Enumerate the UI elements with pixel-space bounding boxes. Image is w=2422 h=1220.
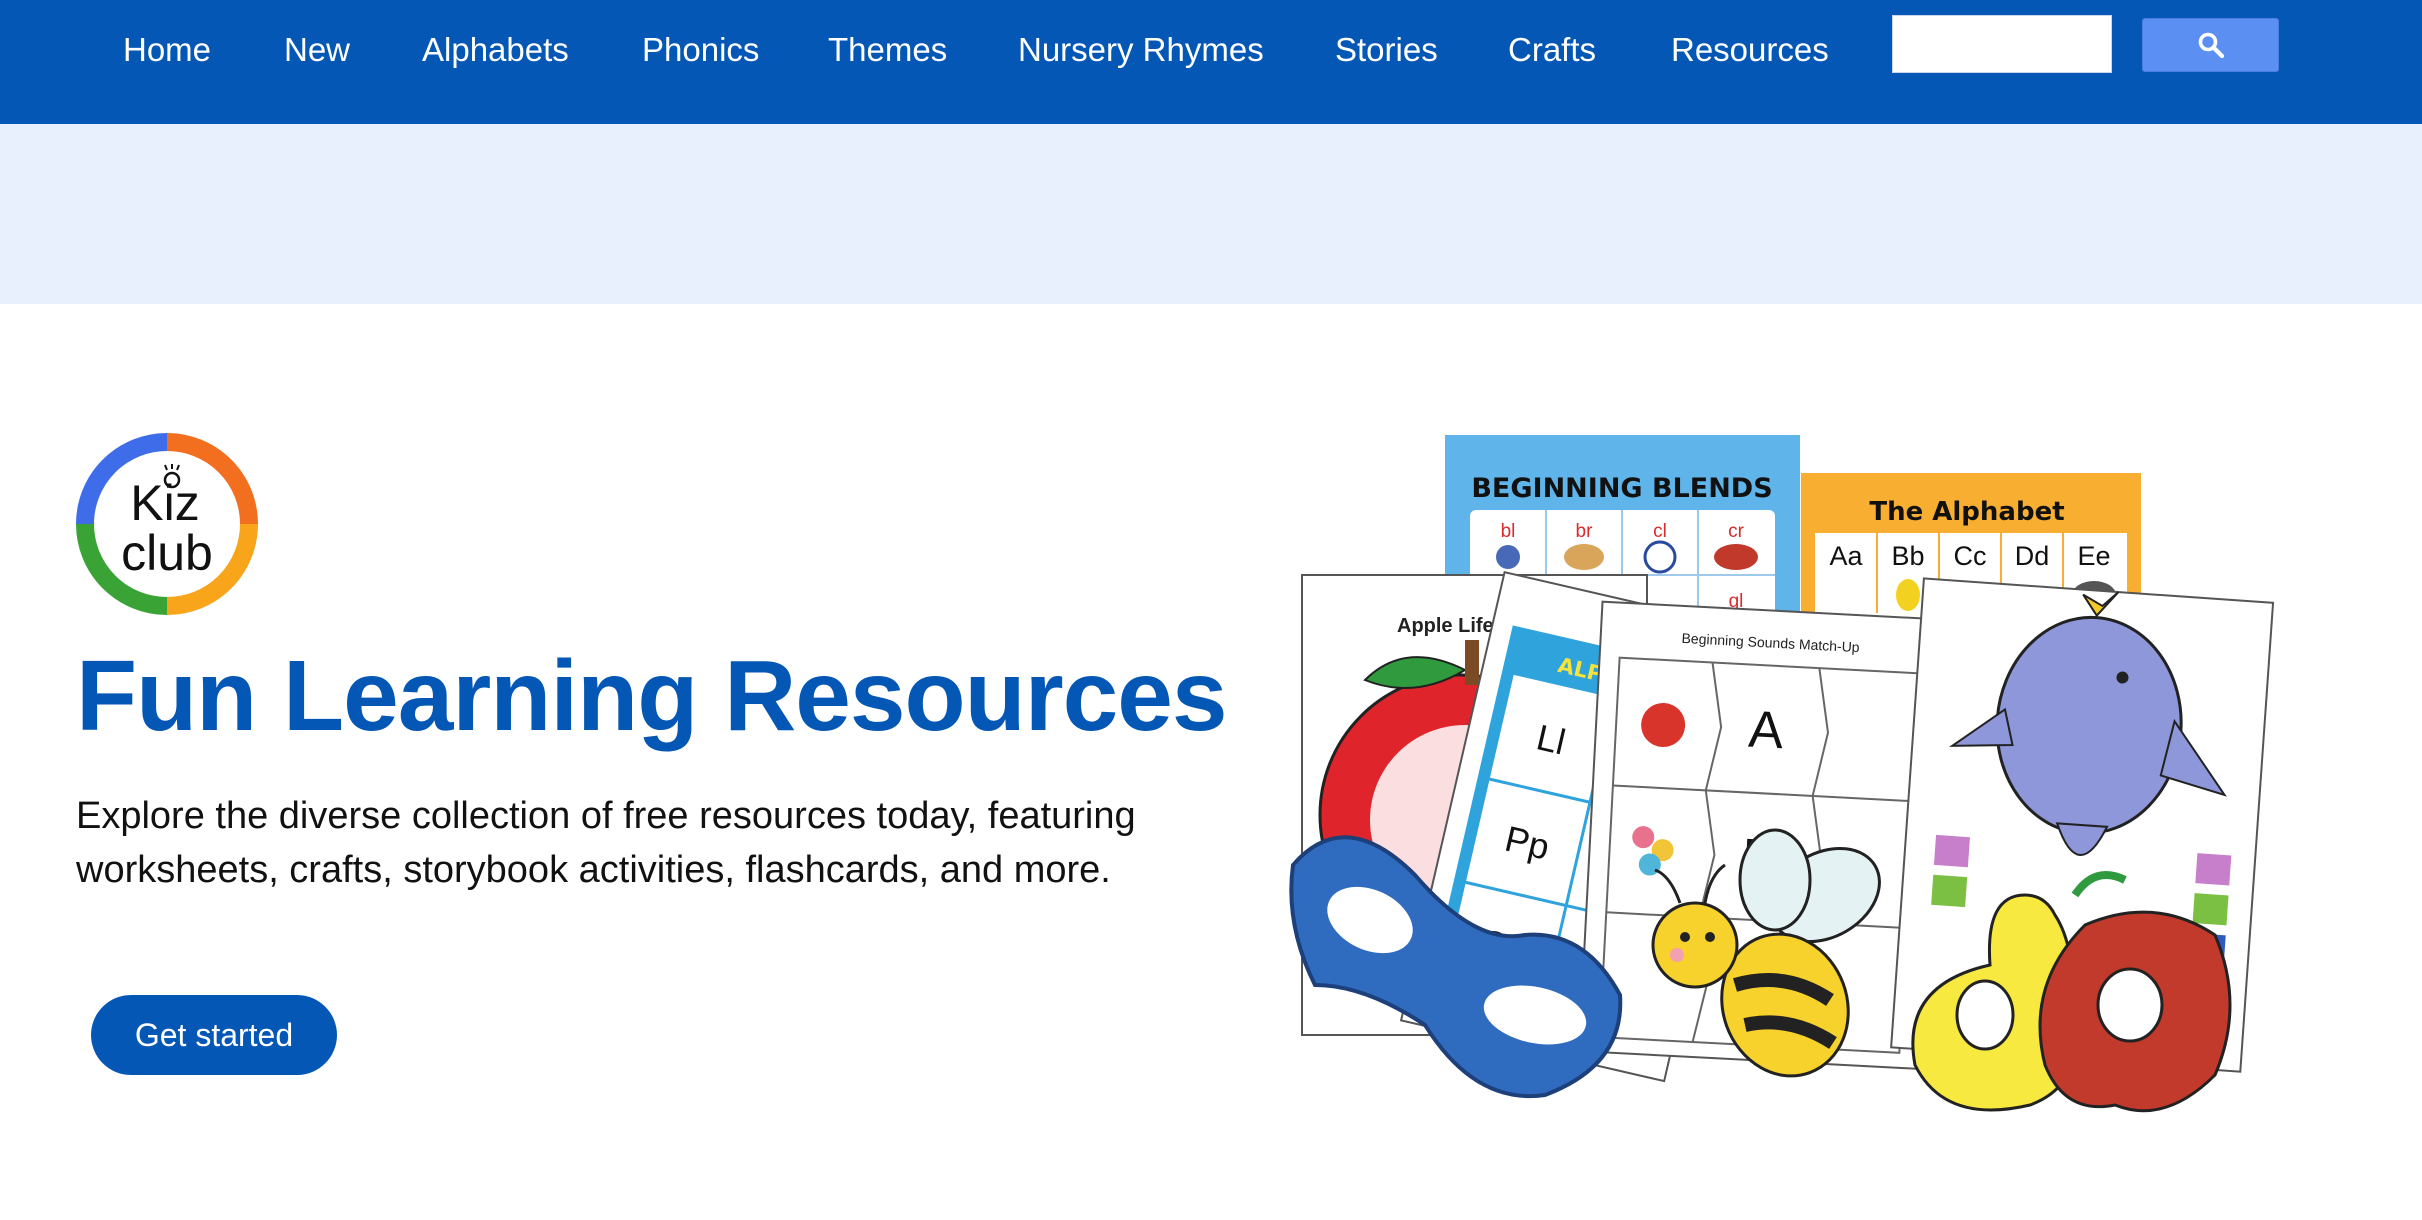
hero-title: Fun Learning Resources xyxy=(76,640,1227,752)
chart-letter-a: Aa xyxy=(1829,541,1863,571)
nav-resources[interactable]: Resources xyxy=(1671,0,1829,100)
blends-title: BEGINNING BLENDS xyxy=(1471,473,1772,504)
kizclub-logo[interactable]: Kiz club xyxy=(75,432,259,616)
hero-collage-image: BEGINNING BLENDS bl br cl cr gl The Alph… xyxy=(1289,435,2275,1113)
apple-sheet-title: Apple Life xyxy=(1397,615,1494,637)
nav-home[interactable]: Home xyxy=(123,0,211,100)
nav-phonics[interactable]: Phonics xyxy=(642,0,759,100)
hero-description: Explore the diverse collection of free r… xyxy=(76,795,1136,891)
logo-text-line2: club xyxy=(121,525,213,581)
chart-letter-e: Ee xyxy=(2077,541,2110,571)
nav-alphabets[interactable]: Alphabets xyxy=(422,0,569,100)
top-navigation: Home New Alphabets Phonics Themes Nurser… xyxy=(0,0,2422,124)
ad-banner-area xyxy=(0,124,2422,304)
nav-crafts[interactable]: Crafts xyxy=(1508,0,1596,100)
nav-new[interactable]: New xyxy=(284,0,350,100)
search-button[interactable] xyxy=(2142,18,2279,72)
alphabet-chart-title: The Alphabet xyxy=(1869,497,2064,527)
nav-nursery-rhymes[interactable]: Nursery Rhymes xyxy=(1018,0,1264,100)
blend-cr: cr xyxy=(1728,521,1745,542)
matchup-letter-a: A xyxy=(1747,701,1785,761)
nav-themes[interactable]: Themes xyxy=(828,0,947,100)
search-icon xyxy=(2198,32,2224,59)
blend-br: br xyxy=(1576,521,1594,542)
get-started-button[interactable]: Get started xyxy=(91,995,337,1075)
logo-text-line1: Kiz xyxy=(130,475,199,531)
chart-letter-d: Dd xyxy=(2015,541,2050,571)
blend-cl: cl xyxy=(1653,521,1667,542)
blend-bl: bl xyxy=(1501,521,1516,542)
chart-letter-c: Cc xyxy=(1954,541,1987,571)
nav-stories[interactable]: Stories xyxy=(1335,0,1438,100)
search-input[interactable] xyxy=(1892,15,2112,73)
chart-letter-b: Bb xyxy=(1891,541,1924,571)
